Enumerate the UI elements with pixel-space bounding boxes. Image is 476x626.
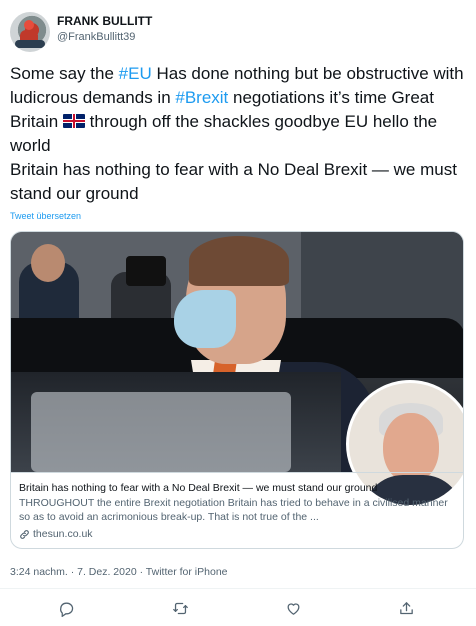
avatar-rider-head <box>24 20 34 30</box>
card-meta[interactable]: Britain has nothing to fear with a No De… <box>11 472 463 548</box>
reply-icon <box>59 602 73 617</box>
author-display-name[interactable]: FRANK BULLITT <box>57 14 152 28</box>
tweet-text: Some say the #EU Has done nothing but be… <box>10 62 466 206</box>
tweet-timestamp[interactable]: 3:24 nachm. · 7. Dez. 2020 · Twitter for… <box>10 566 228 578</box>
reply-button[interactable] <box>56 598 76 618</box>
uk-flag-icon <box>62 114 85 128</box>
card-domain: thesun.co.uk <box>19 527 457 541</box>
card-domain-text: thesun.co.uk <box>33 528 93 540</box>
like-icon <box>287 602 299 615</box>
camera <box>126 256 166 286</box>
tweet-text-segment: Some say the <box>10 64 119 83</box>
hashtag-eu-link[interactable]: #EU <box>119 64 152 83</box>
link-icon <box>20 529 29 539</box>
share-button[interactable] <box>396 598 416 618</box>
link-preview-card[interactable]: Britain has nothing to fear with a No De… <box>10 231 464 549</box>
divider <box>0 588 476 589</box>
card-title: Britain has nothing to fear with a No De… <box>19 482 378 494</box>
man-hair <box>189 236 289 286</box>
share-icon <box>399 601 413 614</box>
face-mask <box>174 290 236 348</box>
translate-tweet-link[interactable]: Tweet übersetzen <box>10 211 81 221</box>
background-person-head <box>31 244 65 282</box>
avatar[interactable] <box>10 12 50 52</box>
retweet-icon <box>172 602 188 614</box>
like-button[interactable] <box>283 598 303 618</box>
author-handle[interactable]: @FrankBullitt39 <box>57 31 135 43</box>
tweet-actions <box>0 598 476 622</box>
car-window <box>31 392 291 472</box>
card-description: THROUGHOUT the entire Brexit negotiation… <box>19 497 448 523</box>
avatar-motorbike <box>15 40 45 48</box>
hashtag-brexit-link[interactable]: #Brexit <box>175 88 228 107</box>
retweet-button[interactable] <box>170 598 190 618</box>
